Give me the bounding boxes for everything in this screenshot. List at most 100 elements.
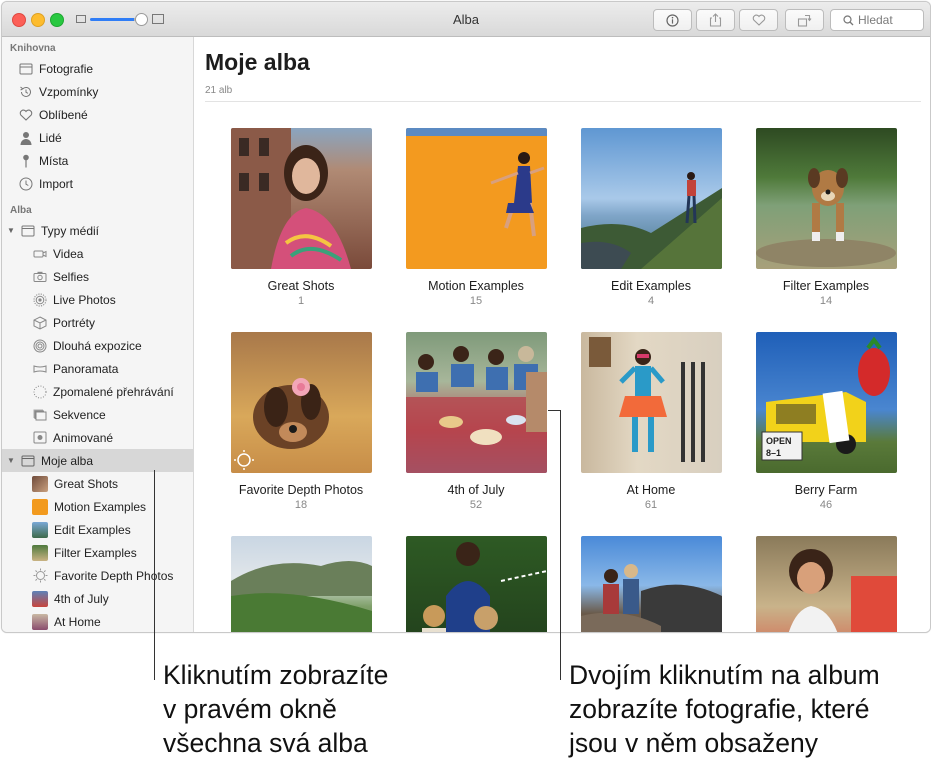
search-field[interactable]: Hledat [830, 9, 924, 31]
album-cover-row3-3[interactable] [571, 536, 731, 632]
sidebar-item-label: Místa [39, 153, 69, 168]
live-photo-icon [32, 292, 48, 308]
clock-icon [18, 176, 34, 192]
sidebar-album-favorite-depth-photos[interactable]: Favorite Depth Photos [2, 564, 193, 587]
photos-icon [18, 61, 34, 77]
album-cover [230, 332, 372, 473]
info-button[interactable] [653, 9, 692, 31]
sidebar-item-places[interactable]: Místa [2, 149, 193, 172]
share-button[interactable] [696, 9, 735, 31]
sidebar-item-label: 4th of July [54, 591, 109, 606]
callout-tick-right [548, 410, 561, 411]
search-placeholder: Hledat [858, 13, 893, 27]
sidebar-album-filter-examples[interactable]: Filter Examples [2, 541, 193, 564]
sidebar-item-label: At Home [54, 614, 101, 629]
sidebar-item-videos[interactable]: Videa [2, 242, 193, 265]
sidebar: Knihovna Fotografie Vzpomínky Oblíbené L… [2, 37, 194, 632]
rotate-button[interactable] [785, 9, 824, 31]
gear-icon [32, 568, 48, 584]
albums-view: Moje alba 21 alb Great Shots 1 Motion Ex… [194, 37, 930, 632]
album-thumbnail [32, 544, 48, 561]
cube-icon [32, 315, 48, 331]
album-count-label: 52 [469, 499, 483, 511]
album-berry-farm[interactable]: OPEN 8–1 Berry Farm 46 [746, 332, 906, 511]
sidebar-item-media-types[interactable]: ▼ Typy médií [2, 219, 193, 242]
album-cover [405, 128, 547, 269]
person-icon [18, 130, 34, 146]
album-cover [580, 536, 722, 632]
album-count-label: 46 [819, 499, 833, 511]
album-cover [755, 536, 897, 632]
album-cover-row3-1[interactable] [221, 536, 381, 632]
album-cover-row3-2[interactable] [396, 536, 556, 632]
sidebar-item-long-exposure[interactable]: Dlouhá expozice [2, 334, 193, 357]
long-exposure-icon [32, 338, 48, 354]
sidebar-item-label: Fotografie [39, 61, 94, 76]
album-count-label: 15 [469, 295, 483, 307]
sidebar-item-panoramas[interactable]: Panoramata [2, 357, 193, 380]
album-name: At Home [626, 483, 676, 497]
sidebar-item-label: Zpomalené přehrávání [53, 384, 174, 399]
sidebar-album-great-shots[interactable]: Great Shots [2, 472, 193, 495]
sidebar-item-import[interactable]: Import [2, 172, 193, 195]
sidebar-item-selfies[interactable]: Selfies [2, 265, 193, 288]
rotate-icon [797, 14, 811, 27]
sidebar-item-memories[interactable]: Vzpomínky [2, 80, 193, 103]
album-at-home[interactable]: At Home 61 [571, 332, 731, 511]
album-motion-examples[interactable]: Motion Examples 15 [396, 128, 556, 307]
album-edit-examples[interactable]: Edit Examples 4 [571, 128, 731, 307]
sidebar-item-people[interactable]: Lidé [2, 126, 193, 149]
sidebar-item-live-photos[interactable]: Live Photos [2, 288, 193, 311]
sidebar-item-label: Animované [53, 430, 114, 445]
sidebar-item-favorites[interactable]: Oblíbené [2, 103, 193, 126]
sidebar-item-animated[interactable]: Animované [2, 426, 193, 449]
album-name: Favorite Depth Photos [238, 483, 364, 497]
album-thumbnail [32, 590, 48, 607]
sidebar-item-my-albums[interactable]: ▼ Moje alba [2, 449, 193, 472]
album-count-label: 1 [297, 295, 305, 307]
sidebar-album-at-home[interactable]: At Home [2, 610, 193, 632]
sidebar-item-label: Favorite Depth Photos [54, 568, 174, 583]
photos-window: Alba Hledat Knihovna Fotografie Vzpomínk… [1, 1, 931, 633]
divider [205, 101, 921, 102]
sidebar-item-label: Motion Examples [54, 499, 147, 514]
album-count: 21 alb [205, 85, 233, 96]
callout-tick-left [154, 470, 192, 471]
sidebar-item-portraits[interactable]: Portréty [2, 311, 193, 334]
sidebar-album-4th-of-july[interactable]: 4th of July [2, 587, 193, 610]
sidebar-album-motion-examples[interactable]: Motion Examples [2, 495, 193, 518]
sidebar-item-label: Import [39, 176, 74, 191]
album-cover-row3-4[interactable] [746, 536, 906, 632]
sidebar-item-label: Live Photos [53, 292, 116, 307]
album-count-label: 61 [644, 499, 658, 511]
disclosure-triangle-icon[interactable]: ▼ [7, 226, 15, 235]
sidebar-album-edit-examples[interactable]: Edit Examples [2, 518, 193, 541]
camera-icon [32, 269, 48, 285]
svg-text:OPEN: OPEN [766, 436, 792, 446]
folder-icon [20, 453, 36, 469]
svg-text:8–1: 8–1 [766, 448, 781, 458]
album-cover [580, 332, 722, 473]
album-great-shots[interactable]: Great Shots 1 [221, 128, 381, 307]
album-name: Great Shots [267, 279, 335, 293]
album-favorite-depth-photos[interactable]: Favorite Depth Photos 18 [221, 332, 381, 511]
album-cover [230, 128, 372, 269]
album-count-label: 14 [819, 295, 833, 307]
heart-icon [752, 14, 765, 26]
sidebar-item-photos[interactable]: Fotografie [2, 57, 193, 80]
callout-line-right [560, 410, 561, 680]
favorite-button[interactable] [739, 9, 778, 31]
album-thumbnail [32, 498, 48, 515]
memories-icon [18, 84, 34, 100]
albums-header: Alba [10, 205, 32, 216]
sidebar-item-label: Portréty [53, 315, 96, 330]
pin-icon [18, 153, 34, 169]
sidebar-item-label: Typy médií [41, 223, 100, 238]
sidebar-item-slomo[interactable]: Zpomalené přehrávání [2, 380, 193, 403]
callout-left-text: Kliknutím zobrazíte v pravém okně všechn… [163, 660, 389, 758]
album-filter-examples[interactable]: Filter Examples 14 [746, 128, 906, 307]
album-4th-of-july[interactable]: 4th of July 52 [396, 332, 556, 511]
album-cover [230, 536, 372, 632]
disclosure-triangle-icon[interactable]: ▼ [7, 456, 15, 465]
sidebar-item-bursts[interactable]: Sekvence [2, 403, 193, 426]
